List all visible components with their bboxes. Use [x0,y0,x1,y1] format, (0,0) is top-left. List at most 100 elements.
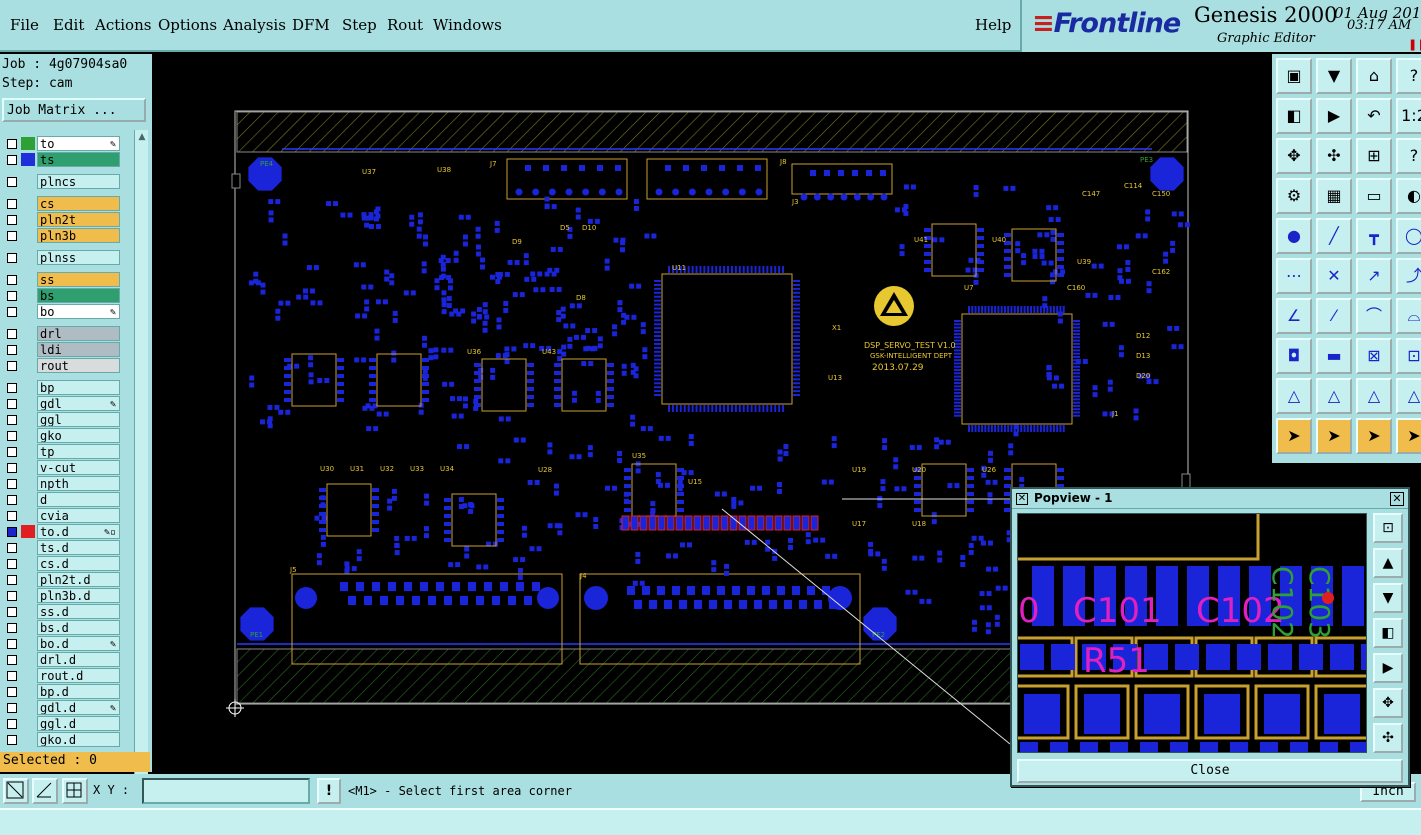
layer-name[interactable]: pln2t [37,212,120,227]
home-down-icon[interactable]: ▼ [1316,58,1352,94]
triangle-icon[interactable]: △ [1276,378,1312,414]
layer-checkbox[interactable] [7,447,17,457]
point-icon[interactable]: ● [1276,218,1312,254]
layer-checkbox[interactable] [7,463,17,473]
layer-row-gko-d[interactable]: gko.d [2,732,122,747]
layer-name[interactable]: gdl.d ✎ [37,700,120,715]
undo-icon[interactable]: ↶ [1356,98,1392,134]
layer-row-to-d[interactable]: to.d ✎▫ [2,524,122,539]
pop-snap-left-icon[interactable]: ◧ [1373,618,1403,648]
layer-checkbox[interactable] [7,177,17,187]
layer-row-ldi[interactable]: ldi [2,342,122,357]
layer-name[interactable]: pln3b [37,228,120,243]
triangle-4-icon[interactable]: △ [1396,378,1421,414]
layer-row-plnss[interactable]: plnss [2,250,122,265]
zoom-area-icon[interactable] [3,778,29,804]
layer-name[interactable]: bp.d [37,684,120,699]
layer-name[interactable]: v-cut [37,460,120,475]
popview-window[interactable]: ✕ Popview - 1 ✕ 0 C101 C102 C102 C103 R5… [1010,487,1410,787]
layer-row-bo-d[interactable]: bo.d ✎ [2,636,122,651]
layer-name[interactable]: ts [37,152,120,167]
layer-row-bp[interactable]: bp [2,380,122,395]
layer-checkbox[interactable] [7,623,17,633]
triangle-3-icon[interactable]: △ [1356,378,1392,414]
layer-name[interactable]: ss.d [37,604,120,619]
node-icon[interactable]: ⋯ [1276,258,1312,294]
pointer-icon[interactable]: ➤ [1276,418,1312,454]
circle-icon[interactable]: ◯ [1396,218,1421,254]
menu-help[interactable]: Help [975,16,1011,34]
dimension-icon[interactable]: ⊠ [1356,338,1392,374]
layer-name[interactable]: gko [37,428,120,443]
layer-row-pln3b[interactable]: pln3b [2,228,122,243]
menu-actions[interactable]: Actions [95,16,151,34]
layer-row-v-cut[interactable]: v-cut [2,460,122,475]
layer-row-tp[interactable]: tp [2,444,122,459]
layer-checkbox[interactable] [7,735,17,745]
layer-row-plncs[interactable]: plncs [2,174,122,189]
pop-zoom-icon[interactable]: ⊡ [1373,513,1403,543]
layer-checkbox[interactable] [7,307,17,317]
layer-color-swatch[interactable] [21,525,35,538]
pop-home-up-icon[interactable]: ▲ [1373,548,1403,578]
layer-row-npth[interactable]: npth [2,476,122,491]
layer-name[interactable]: to ✎ [37,136,120,151]
pointer-4-icon[interactable]: ➤ [1396,418,1421,454]
layer-name[interactable]: bo ✎ [37,304,120,319]
layer-checkbox[interactable] [7,199,17,209]
layer-name[interactable]: ggl [37,412,120,427]
layer-row-cs[interactable]: cs [2,196,122,211]
layer-checkbox[interactable] [7,575,17,585]
layer-name[interactable]: bs.d [37,620,120,635]
popview-canvas[interactable]: 0 C101 C102 C102 C103 R51 [1017,513,1367,753]
scroll-up-icon[interactable]: ▲ [136,132,148,142]
popview-close-button[interactable]: Close [1017,759,1403,783]
layer-checkbox[interactable] [7,559,17,569]
layer-row-gdl-d[interactable]: gdl.d ✎ [2,700,122,715]
ratio-icon[interactable]: ⊞ [1356,138,1392,174]
layer-name[interactable]: ts.d [37,540,120,555]
arc-2-icon[interactable]: ⌓ [1396,298,1421,334]
layer-name[interactable]: bo.d ✎ [37,636,120,651]
layer-checkbox[interactable] [7,253,17,263]
job-matrix-button[interactable]: Job Matrix ... [2,98,146,122]
house-icon[interactable]: ⌂ [1356,58,1392,94]
menu-file[interactable]: File [10,16,39,34]
layer-checkbox[interactable] [7,671,17,681]
layer-row-ggl[interactable]: ggl [2,412,122,427]
layer-checkbox[interactable] [7,719,17,729]
drag-icon[interactable]: ↗ [1356,258,1392,294]
layer-name[interactable]: ldi [37,342,120,357]
layer-checkbox[interactable] [7,291,17,301]
layer-checkbox[interactable] [7,511,17,521]
menu-rout[interactable]: Rout [387,16,423,34]
popview-titlebar[interactable]: ✕ Popview - 1 ✕ [1012,489,1408,509]
snap-left-icon[interactable]: ◧ [1276,98,1312,134]
layer-row-to[interactable]: to ✎ [2,136,122,151]
layer-name[interactable]: npth [37,476,120,491]
triangle-2-icon[interactable]: △ [1316,378,1352,414]
measure-angle-icon[interactable] [32,778,58,804]
layer-name[interactable]: cs [37,196,120,211]
warning-button[interactable]: ! [317,778,341,804]
xy-coordinate-input[interactable] [142,778,310,804]
layer-checkbox[interactable] [7,431,17,441]
layer-name[interactable]: pln2t.d [37,572,120,587]
layer-checkbox[interactable] [7,703,17,713]
layer-name[interactable]: to.d ✎▫ [37,524,120,539]
layer-checkbox[interactable] [7,655,17,665]
layer-checkbox[interactable] [7,495,17,505]
slash-icon[interactable]: ⁄ [1316,298,1352,334]
layer-row-d[interactable]: d [2,492,122,507]
layer-checkbox[interactable] [7,329,17,339]
layer-row-gdl[interactable]: gdl ✎ [2,396,122,411]
layer-name[interactable]: gko.d [37,732,120,747]
layer-scrollbar[interactable]: ▲ ▼ [134,130,148,800]
layer-checkbox[interactable] [7,383,17,393]
zoom-center-icon[interactable]: ✣ [1316,138,1352,174]
layer-checkbox[interactable] [7,155,17,165]
layer-checkbox[interactable] [7,479,17,489]
settings-icon[interactable]: ⚙ [1276,178,1312,214]
layer-checkbox[interactable] [7,399,17,409]
layer-name[interactable]: plnss [37,250,120,265]
